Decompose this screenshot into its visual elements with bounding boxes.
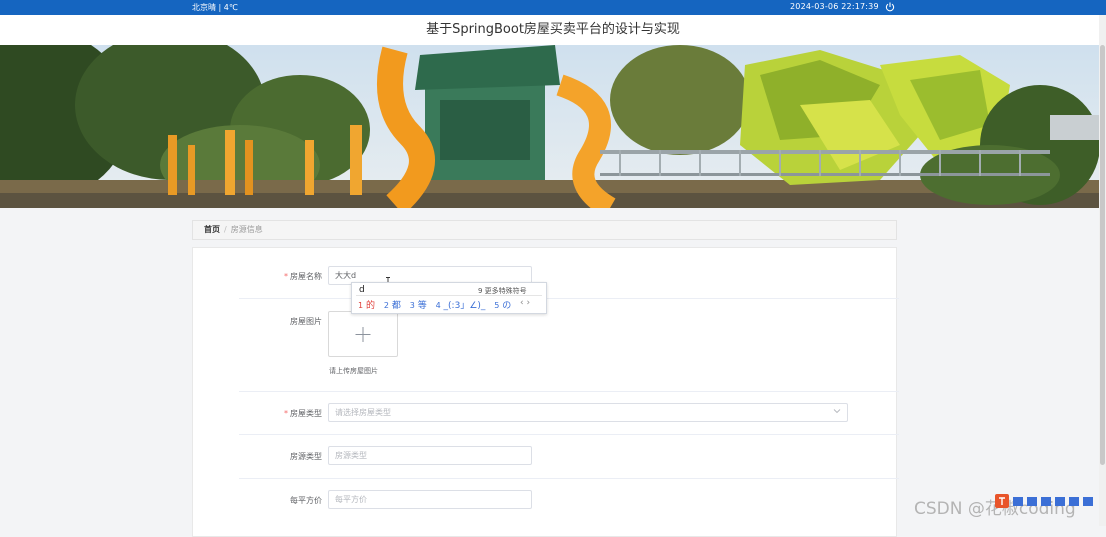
scrollbar-thumb[interactable] [1100,45,1105,465]
house-name-label: * 房屋名称 [284,272,322,281]
site-title-bar: 基于SpringBoot房屋买卖平台的设计与实现 [0,15,1106,45]
ime-toolbar-icon[interactable] [995,494,1095,508]
form-divider [239,478,899,479]
breadcrumb-home[interactable]: 首页 [204,225,220,234]
house-image-label: 房屋图片 [290,317,322,326]
top-status-bar: 北京晴 | 4℃ 2024-03-06 22:17:39 [0,0,1106,15]
ime-candidate-popup: d 9 更多特殊符号 1 的 2 都 3 等 4 _(:3」∠)_ 5 の ‹ … [351,282,547,314]
ime-page-nav[interactable]: ‹ › [520,298,530,308]
breadcrumb-current: 房源信息 [230,225,263,234]
form-divider [239,391,899,392]
form-divider [239,434,899,435]
weather-text: 北京晴 | 4℃ [192,3,238,12]
ime-candidate[interactable]: 1 的 [358,301,375,311]
power-icon[interactable] [885,1,895,13]
banner-image [0,45,1106,208]
house-type-label: * 房屋类型 [284,409,322,418]
ime-candidate[interactable]: 4 _(:3」∠)_ [436,301,486,311]
source-type-label: 房源类型 [290,452,322,461]
datetime-text: 2024-03-06 22:17:39 [790,2,879,11]
breadcrumb-separator: / [224,225,227,234]
ime-candidate[interactable]: 2 都 [384,301,401,311]
house-type-select[interactable]: 请选择房屋类型 [328,403,848,422]
page-scrollbar[interactable] [1099,15,1106,526]
site-title: 基于SpringBoot房屋买卖平台的设计与实现 [426,22,680,37]
plus-icon [355,327,371,342]
form-divider [239,298,899,299]
upload-hint: 请上传房屋图片 [329,367,378,375]
price-input[interactable]: 每平方价 [328,490,532,509]
breadcrumb: 首页 / 房源信息 [192,220,897,240]
image-upload-box[interactable] [328,311,398,357]
chevron-down-icon[interactable] [833,408,841,414]
ime-composition: d [359,285,365,295]
ime-candidate[interactable]: 3 等 [410,301,427,311]
playground-scene [0,45,1106,208]
source-type-input[interactable]: 房源类型 [328,446,532,465]
ime-candidates: 1 的 2 都 3 等 4 _(:3」∠)_ 5 の [358,298,517,311]
ime-candidate[interactable]: 5 の [494,301,511,311]
price-label: 每平方价 [290,496,322,505]
